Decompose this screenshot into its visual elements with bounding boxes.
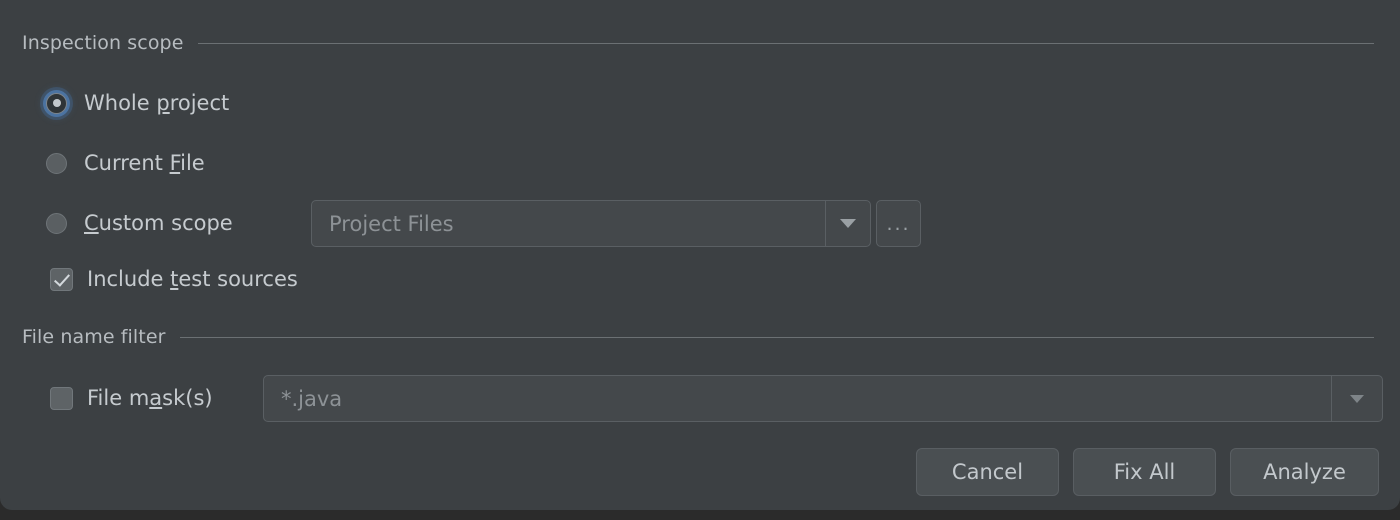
analyze-button[interactable]: Analyze xyxy=(1230,448,1379,496)
section-title-inspection-scope: Inspection scope xyxy=(22,32,184,54)
file-mask-dropdown-button[interactable] xyxy=(1331,376,1382,421)
checkbox-label-include-test-sources: Include test sources xyxy=(87,267,298,291)
checkbox-include-test-sources[interactable] xyxy=(50,267,73,291)
mnemonic-char: C xyxy=(84,211,99,235)
section-header-file-name-filter: File name filter xyxy=(22,326,1374,348)
custom-scope-value[interactable]: Project Files xyxy=(312,201,825,246)
section-divider xyxy=(179,336,1374,338)
radio-whole-project[interactable] xyxy=(46,92,67,114)
checkbox-row-file-mask[interactable]: File mask(s) xyxy=(50,383,213,413)
checkbox-row-include-test-sources[interactable]: Include test sources xyxy=(50,264,298,294)
file-mask-value[interactable]: *.java xyxy=(264,376,1331,421)
custom-scope-dropdown-button[interactable] xyxy=(825,201,870,246)
chevron-down-icon xyxy=(1350,394,1364,403)
mnemonic-char: a xyxy=(149,386,163,410)
radio-label-custom-scope: Custom scope xyxy=(84,211,233,235)
custom-scope-combobox[interactable]: Project Files xyxy=(311,200,871,247)
checkbox-file-mask[interactable] xyxy=(50,386,73,410)
radio-row-current-file[interactable]: Current File xyxy=(46,146,205,180)
checkbox-label-file-mask: File mask(s) xyxy=(87,386,213,410)
radio-label-whole-project: Whole project xyxy=(84,91,230,115)
mnemonic-char: F xyxy=(169,151,181,175)
chevron-down-icon xyxy=(840,219,856,228)
file-mask-combobox[interactable]: *.java xyxy=(263,375,1383,422)
cancel-button[interactable]: Cancel xyxy=(916,448,1059,496)
fix-all-button[interactable]: Fix All xyxy=(1073,448,1216,496)
radio-row-custom-scope[interactable]: Custom scope xyxy=(46,206,233,240)
section-title-file-name-filter: File name filter xyxy=(22,326,166,348)
radio-current-file[interactable] xyxy=(46,152,67,174)
browse-scope-button[interactable]: ... xyxy=(876,200,921,247)
section-header-inspection-scope: Inspection scope xyxy=(22,32,1374,54)
section-divider xyxy=(197,42,1374,44)
radio-row-whole-project[interactable]: Whole project xyxy=(46,86,229,120)
radio-label-current-file: Current File xyxy=(84,151,205,175)
inspection-scope-dialog: Inspection scope Whole project Current F… xyxy=(0,0,1400,510)
radio-custom-scope[interactable] xyxy=(46,212,67,234)
ellipsis-icon: ... xyxy=(886,212,911,235)
mnemonic-char: p xyxy=(156,91,170,115)
